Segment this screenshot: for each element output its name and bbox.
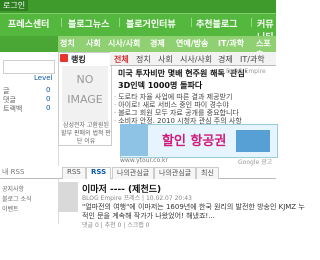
sidebar-row-count[interactable]: 0: [46, 104, 50, 112]
tab-rss-active[interactable]: RSS: [86, 167, 112, 179]
subnav-politics[interactable]: 정치: [60, 38, 75, 49]
ranking-caption[interactable]: 삼성전자 고환원된 할부 판매의 법적 판단 이유: [60, 122, 112, 146]
post-meta: BLOG Empire 프레스 | 10.02.07 20:43: [82, 195, 192, 202]
tab-society[interactable]: 사회: [158, 54, 173, 65]
tab-all[interactable]: 전체: [114, 54, 129, 65]
ranking-title: 랭킹: [71, 55, 86, 64]
left-lower-item[interactable]: 블로그 소식: [2, 194, 32, 203]
tab-interest-2[interactable]: 나의관심글: [154, 167, 197, 179]
left-lower-item[interactable]: 이벤트: [2, 204, 19, 213]
subnav-society[interactable]: 사회: [86, 38, 101, 49]
level-label[interactable]: Level: [34, 74, 52, 82]
subnav-it-science[interactable]: IT/과학: [218, 38, 244, 49]
sidebar-row-label: 트랙백: [3, 105, 23, 113]
nav-item-interview[interactable]: 블로거인터뷰: [126, 17, 176, 30]
nav-item-blognews[interactable]: 블로그뉴스: [68, 17, 109, 30]
sidebar-search-input[interactable]: [3, 60, 55, 74]
sub-nav-highlight: 정치 사회 시사/사회 경제 연예/방송 IT/과학 스포츠: [58, 36, 276, 59]
post-stats[interactable]: 댓글 0 | 추천 0 | 스크랩 0: [82, 220, 150, 229]
post-thumbnail[interactable]: [58, 182, 78, 212]
subnav-economy[interactable]: 경제: [150, 38, 165, 49]
main-nav: 프레스센터 | 블로그뉴스 | 블로거인터뷰 | 추천블로그 | 커뮤니티: [0, 13, 276, 43]
banner-sky-image: [236, 130, 270, 152]
ad-label: Google 광고: [238, 159, 273, 166]
news-source: BLOG Empire: [226, 68, 266, 75]
sidebar-row-count[interactable]: 0: [46, 86, 50, 94]
ranking-icon: [60, 54, 68, 62]
banner-airplane-icon: [120, 124, 148, 156]
left-lower-item[interactable]: 공지사항: [2, 184, 24, 193]
tab-current[interactable]: 시사/사회: [180, 54, 212, 65]
subnav-current[interactable]: 시사/사회: [108, 38, 140, 49]
left-lower-panel: 공지사항 블로그 소식 이벤트: [0, 182, 56, 260]
no-image-placeholder[interactable]: NO IMAGE: [62, 66, 108, 122]
nav-item-presscenter[interactable]: 프레스센터: [8, 17, 49, 30]
tab-interest[interactable]: 나의관심글: [112, 167, 155, 179]
banner-url[interactable]: www.ytour.co.kr: [120, 157, 168, 164]
banner-text[interactable]: 할인 항공권: [162, 130, 226, 149]
tab-economy[interactable]: 경제: [218, 54, 233, 65]
subnav-entertainment[interactable]: 연예/방송: [176, 38, 208, 49]
tab-latest[interactable]: 최신: [196, 167, 219, 179]
nav-item-recommend[interactable]: 추천블로그: [196, 17, 237, 30]
news-headline-sub[interactable]: 3D인덱 1000명 돌파다: [118, 80, 202, 91]
rss-count: 내 RSS: [2, 168, 25, 176]
tab-rss[interactable]: RSS: [62, 167, 86, 179]
login-link[interactable]: 로그인: [0, 0, 29, 11]
tab-politics[interactable]: 정치: [136, 54, 151, 65]
sidebar-row-count[interactable]: 0: [46, 95, 50, 103]
tab-it[interactable]: IT/과학: [240, 54, 265, 65]
